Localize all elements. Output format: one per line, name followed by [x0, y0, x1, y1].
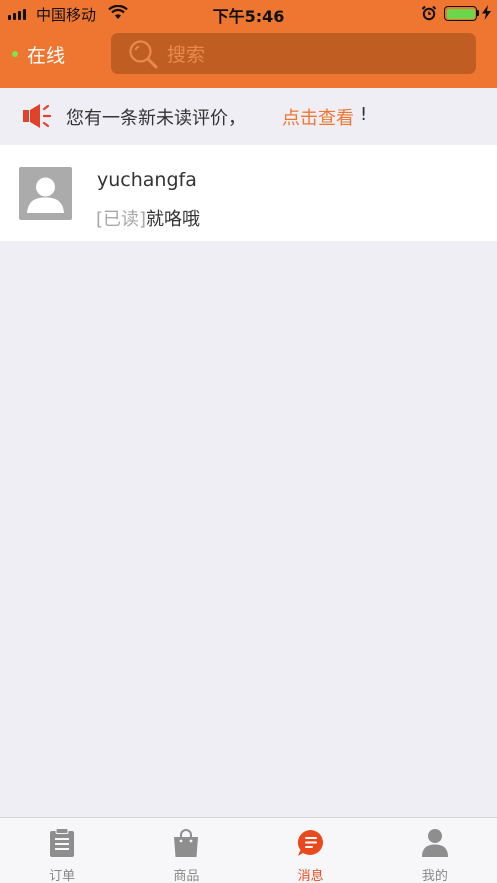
- read-status-tag: [已读]: [96, 209, 147, 230]
- contact-name: yuchangfa: [97, 169, 197, 191]
- tab-label: 商品: [173, 869, 200, 883]
- shopping-bag-icon: [174, 829, 199, 857]
- alarm-icon: [421, 5, 437, 21]
- message-preview-text: 就咯哦: [146, 209, 201, 230]
- view-reviews-link[interactable]: 点击查看: [282, 104, 354, 130]
- status-bar: 中国移动 下午5:46: [0, 0, 497, 28]
- tab-label: 我的: [421, 869, 448, 883]
- clipboard-icon: [50, 828, 75, 857]
- search-input[interactable]: 搜索: [111, 33, 476, 74]
- person-icon: [421, 829, 448, 857]
- notice-text: 您有一条新未读评价，: [66, 108, 246, 129]
- tab-products[interactable]: 商品: [124, 818, 248, 883]
- notice-exclamation: !: [360, 104, 368, 125]
- conversation-list: yuchangfa [已读]就咯哦: [0, 145, 497, 241]
- chat-bubble-icon: [297, 829, 323, 856]
- search-icon: [129, 39, 158, 68]
- top-header: 中国移动 下午5:46 在线 搜索: [0, 0, 497, 88]
- unread-review-notice: 您有一条新未读评价， 点击查看 !: [0, 88, 497, 144]
- online-label: 在线: [27, 44, 66, 67]
- online-dot-icon: [12, 51, 18, 57]
- tab-orders[interactable]: 订单: [0, 818, 124, 883]
- avatar: [19, 167, 72, 220]
- default-avatar-icon: [27, 177, 64, 213]
- search-placeholder: 搜索: [167, 44, 206, 66]
- tab-profile[interactable]: 我的: [373, 818, 497, 883]
- battery-icon: [444, 6, 477, 21]
- bottom-tab-bar: 订单 商品 消息 我的: [0, 817, 497, 883]
- conversation-item[interactable]: yuchangfa [已读]就咯哦: [0, 145, 497, 241]
- battery-cap: [477, 10, 479, 16]
- megaphone-icon: [23, 104, 52, 128]
- tab-messages[interactable]: 消息: [249, 818, 373, 883]
- tab-label: 消息: [297, 869, 324, 883]
- message-preview: [已读]就咯哦: [96, 205, 200, 231]
- charging-icon: [482, 5, 491, 20]
- tab-label: 订单: [49, 869, 76, 883]
- online-status[interactable]: 在线: [12, 42, 66, 67]
